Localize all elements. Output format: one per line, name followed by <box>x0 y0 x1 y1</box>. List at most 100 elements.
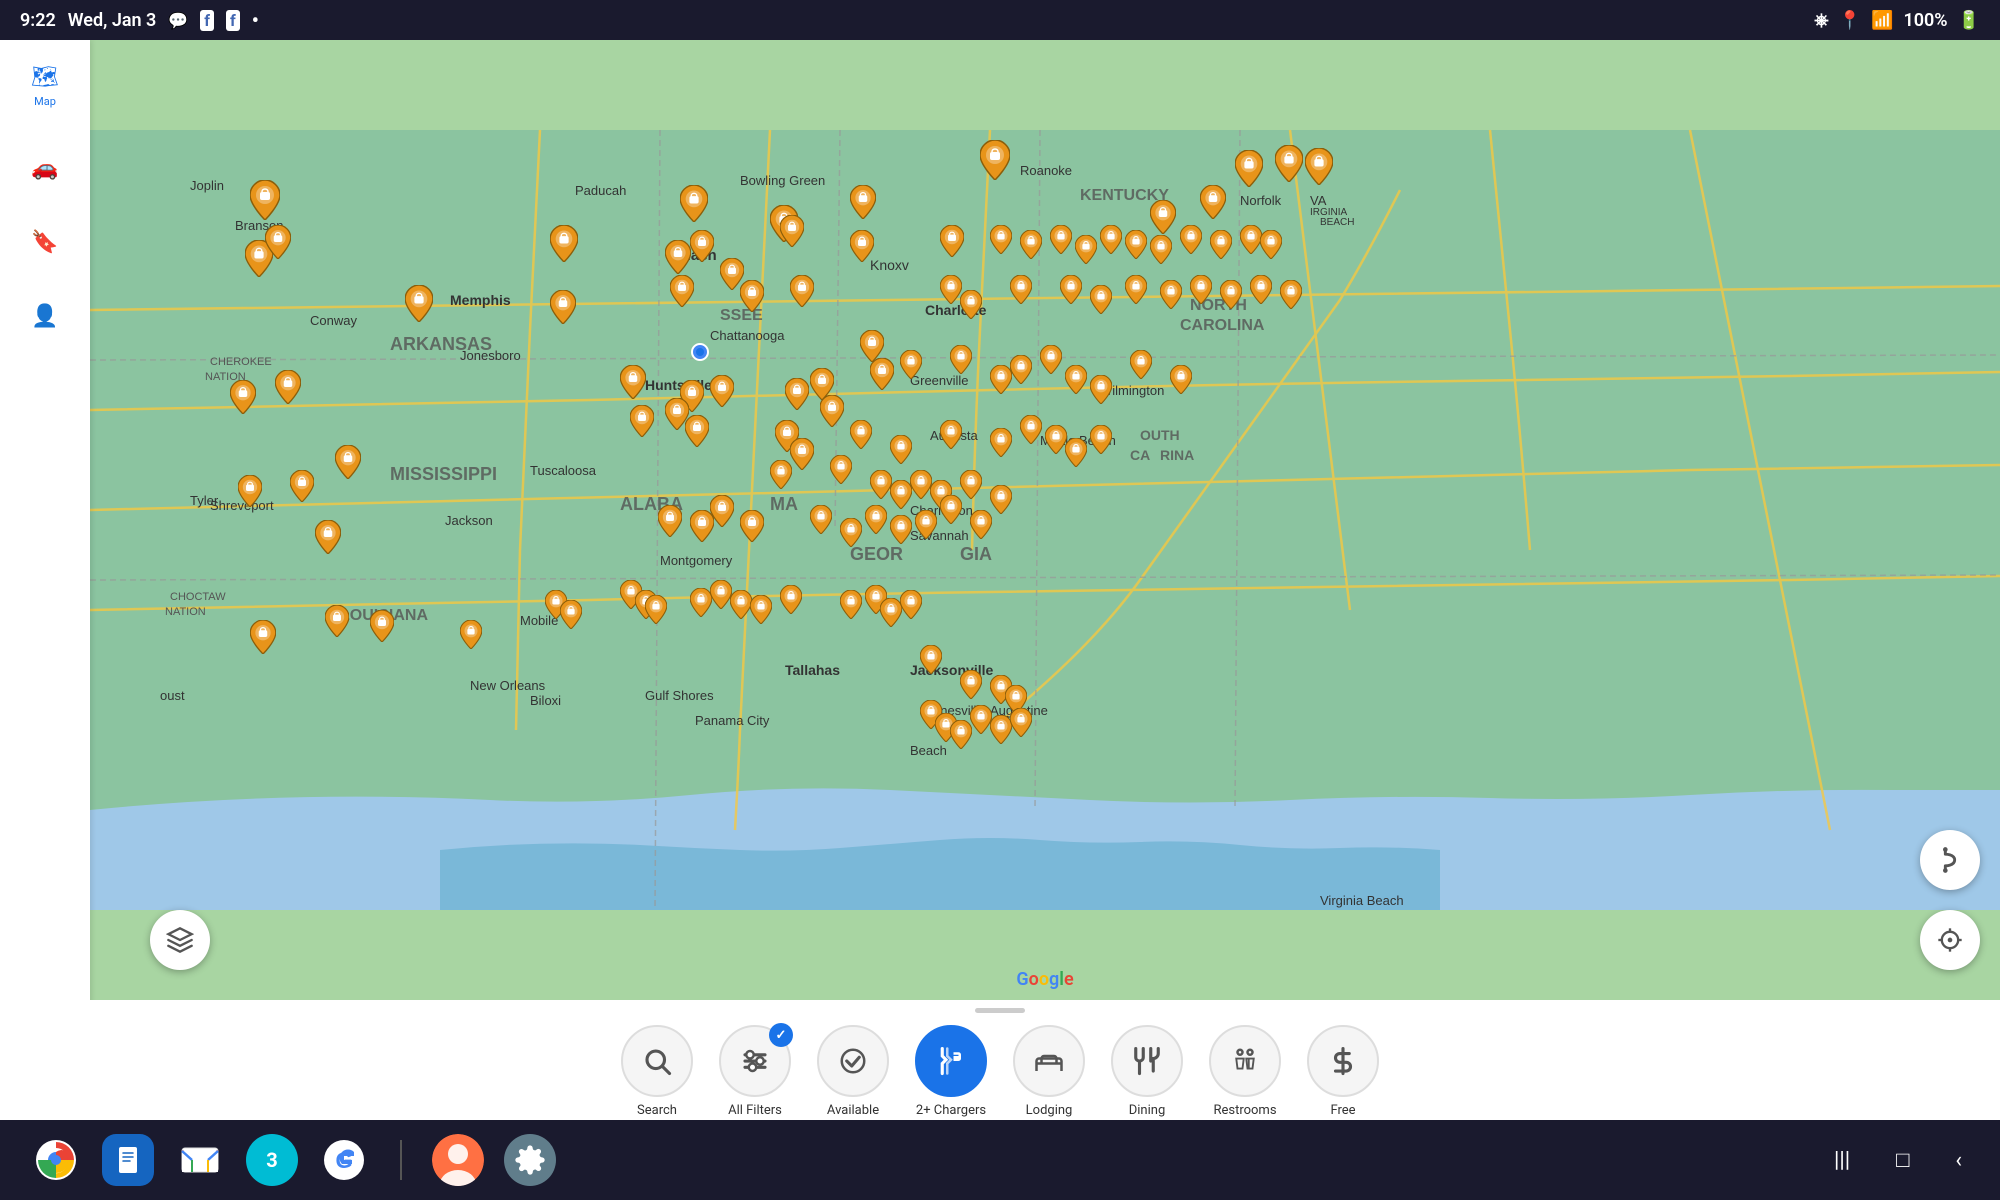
google-watermark: Google <box>1016 969 1073 990</box>
all-filters-label: All Filters <box>728 1103 782 1118</box>
sys-nav-recent[interactable]: ||| <box>1826 1140 1858 1181</box>
profile-icon: 👤 <box>31 302 59 330</box>
samsung-notes-icon <box>111 1143 145 1177</box>
bottom-nav: 3 G <box>0 1120 2000 1200</box>
gmail-icon <box>178 1138 222 1182</box>
svg-text:CHOCTAW: CHOCTAW <box>170 591 226 603</box>
lodging-label: Lodging <box>1026 1103 1073 1118</box>
layers-icon <box>166 926 194 954</box>
svg-text:MISSISSIPPI: MISSISSIPPI <box>390 464 497 484</box>
app-icons: 3 G <box>0 1134 1826 1186</box>
svg-text:Montgomery: Montgomery <box>660 553 733 568</box>
google-icon: G <box>322 1138 366 1182</box>
filter-free[interactable]: Free <box>1303 1025 1383 1118</box>
filter-restrooms[interactable]: Restrooms <box>1205 1025 1285 1118</box>
app-settings[interactable] <box>504 1134 556 1186</box>
sys-nav-back[interactable]: ‹ <box>1947 1140 1970 1181</box>
app-google[interactable]: G <box>318 1134 370 1186</box>
dining-icon <box>1132 1046 1162 1076</box>
svg-text:Panama City: Panama City <box>695 713 770 728</box>
map-svg: ARKANSAS MISSISSIPPI ALABA MA GEOR GIA S… <box>90 40 2000 1000</box>
filter-dining[interactable]: Dining <box>1107 1025 1187 1118</box>
svg-text:Tuscaloosa: Tuscaloosa <box>530 463 597 478</box>
svg-text:New Orleans: New Orleans <box>470 678 546 693</box>
svg-text:VA: VA <box>1310 193 1327 208</box>
chargers-icon-wrap <box>915 1025 987 1097</box>
svg-text:CA: CA <box>1130 447 1150 463</box>
svg-text:Beach: Beach <box>910 743 947 758</box>
bottom-panel: Search ✓ All Filters <box>0 1000 2000 1120</box>
map-locate-button[interactable] <box>1920 910 1980 970</box>
svg-text:Greenville: Greenville <box>910 373 969 388</box>
all-filters-icon-wrap: ✓ <box>719 1025 791 1097</box>
bookmark-icon: 🔖 <box>31 228 59 256</box>
sidebar: 🗺 Map 🚗 🔖 👤 <box>0 40 90 1080</box>
status-right: ⎈ 📍 📶 100% 🔋 <box>1814 10 1980 31</box>
sidebar-item-map[interactable]: 🗺 Map <box>23 55 67 116</box>
locate-icon <box>1936 926 1964 954</box>
map-icon: 🗺 <box>31 63 59 91</box>
drag-handle[interactable] <box>975 1008 1025 1013</box>
map-layers-button[interactable] <box>150 910 210 970</box>
sidebar-item-drive[interactable]: 🚗 <box>23 146 67 190</box>
chargers-label: 2+ Chargers <box>916 1103 986 1118</box>
facebook2-icon: f <box>226 10 240 31</box>
filter-available[interactable]: Available <box>813 1025 893 1118</box>
app-samsung-notes[interactable] <box>102 1134 154 1186</box>
filter-search[interactable]: Search <box>617 1025 697 1118</box>
app-gmail[interactable] <box>174 1134 226 1186</box>
svg-text:Virginia Beach: Virginia Beach <box>1320 893 1404 908</box>
svg-text:MA: MA <box>770 494 798 514</box>
svg-text:RINA: RINA <box>1160 447 1194 463</box>
svg-text:Shreveport: Shreveport <box>210 498 274 513</box>
filter-all-filters[interactable]: ✓ All Filters <box>715 1025 795 1118</box>
svg-text:SSEE: SSEE <box>720 307 763 324</box>
svg-text:Tallahas: Tallahas <box>785 662 840 678</box>
svg-text:Biloxi: Biloxi <box>530 693 561 708</box>
settings-icon <box>514 1144 546 1176</box>
svg-text:Conway: Conway <box>310 313 357 328</box>
restrooms-label: Restrooms <box>1213 1103 1276 1118</box>
status-day: Wed, Jan 3 <box>68 10 157 31</box>
dining-label: Dining <box>1129 1103 1166 1118</box>
status-bar: 9:22 Wed, Jan 3 💬 f f • ⎈ 📍 📶 100% 🔋 <box>0 0 2000 40</box>
filter-2plus-chargers[interactable]: 2+ Chargers <box>911 1025 991 1118</box>
filter-row: Search ✓ All Filters <box>597 1025 1403 1118</box>
svg-text:Tyler: Tyler <box>190 493 219 508</box>
app-avatar[interactable] <box>432 1134 484 1186</box>
app-num3[interactable]: 3 <box>246 1134 298 1186</box>
map-route-button[interactable] <box>1920 830 1980 890</box>
svg-text:Jackson: Jackson <box>445 513 493 528</box>
map-container[interactable]: ARKANSAS MISSISSIPPI ALABA MA GEOR GIA S… <box>90 40 2000 1000</box>
sidebar-item-bookmark[interactable]: 🔖 <box>23 220 67 264</box>
svg-text:Knoxv: Knoxv <box>870 257 909 273</box>
search-icon <box>642 1046 672 1076</box>
all-filters-icon <box>740 1046 770 1076</box>
app-chrome[interactable] <box>30 1134 82 1186</box>
filter-lodging[interactable]: Lodging <box>1009 1025 1089 1118</box>
messenger-icon: 💬 <box>168 11 188 30</box>
svg-text:oust: oust <box>160 688 185 703</box>
all-filters-check: ✓ <box>769 1023 793 1047</box>
search-filter-icon-wrap <box>621 1025 693 1097</box>
battery-text: 100% <box>1903 10 1947 31</box>
bluetooth-icon: ⎈ <box>1814 10 1828 31</box>
sidebar-item-profile[interactable]: 👤 <box>23 294 67 338</box>
drive-icon: 🚗 <box>31 154 59 182</box>
lodging-icon-wrap <box>1013 1025 1085 1097</box>
available-icon-wrap <box>817 1025 889 1097</box>
lodging-icon <box>1034 1046 1064 1076</box>
svg-text:BEACH: BEACH <box>1320 217 1354 228</box>
svg-text:Norfolk: Norfolk <box>1240 193 1282 208</box>
battery-icon: 🔋 <box>1958 10 1980 31</box>
chargers-icon <box>936 1046 966 1076</box>
status-left: 9:22 Wed, Jan 3 💬 f f • <box>20 8 259 32</box>
sidebar-item-map-label: Map <box>34 95 56 108</box>
restrooms-icon-wrap <box>1209 1025 1281 1097</box>
search-filter-label: Search <box>637 1103 677 1118</box>
svg-text:CAROLINA: CAROLINA <box>1180 317 1265 334</box>
svg-text:Chattanooga: Chattanooga <box>710 328 785 343</box>
sys-nav-home[interactable]: □ <box>1888 1139 1917 1181</box>
svg-text:Jonesboro: Jonesboro <box>460 348 521 363</box>
svg-text:Roanoke: Roanoke <box>1020 163 1072 178</box>
